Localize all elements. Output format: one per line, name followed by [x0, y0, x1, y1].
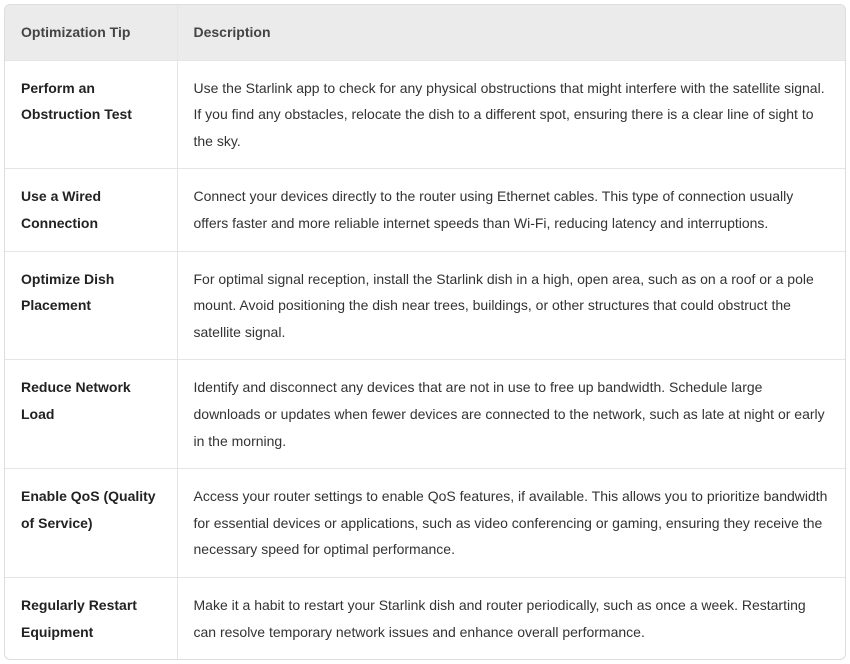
row-desc: Identify and disconnect any devices that… [177, 360, 845, 469]
row-desc: Connect your devices directly to the rou… [177, 169, 845, 251]
table-row: Use a Wired Connection Connect your devi… [5, 169, 845, 251]
row-tip: Optimize Dish Placement [5, 251, 177, 360]
header-desc: Description [177, 5, 845, 60]
row-tip: Enable QoS (Quality of Service) [5, 469, 177, 578]
table-row: Enable QoS (Quality of Service) Access y… [5, 469, 845, 578]
table-header-row: Optimization Tip Description [5, 5, 845, 60]
row-tip: Use a Wired Connection [5, 169, 177, 251]
optimization-table: Optimization Tip Description Perform an … [5, 5, 845, 659]
row-desc: Use the Starlink app to check for any ph… [177, 60, 845, 169]
row-tip: Reduce Network Load [5, 360, 177, 469]
table-row: Perform an Obstruction Test Use the Star… [5, 60, 845, 169]
table-row: Reduce Network Load Identify and disconn… [5, 360, 845, 469]
header-tip: Optimization Tip [5, 5, 177, 60]
row-desc: Make it a habit to restart your Starlink… [177, 577, 845, 659]
row-tip: Perform an Obstruction Test [5, 60, 177, 169]
table-row: Regularly Restart Equipment Make it a ha… [5, 577, 845, 659]
optimization-table-container: Optimization Tip Description Perform an … [4, 4, 846, 660]
row-desc: For optimal signal reception, install th… [177, 251, 845, 360]
table-row: Optimize Dish Placement For optimal sign… [5, 251, 845, 360]
row-desc: Access your router settings to enable Qo… [177, 469, 845, 578]
row-tip: Regularly Restart Equipment [5, 577, 177, 659]
